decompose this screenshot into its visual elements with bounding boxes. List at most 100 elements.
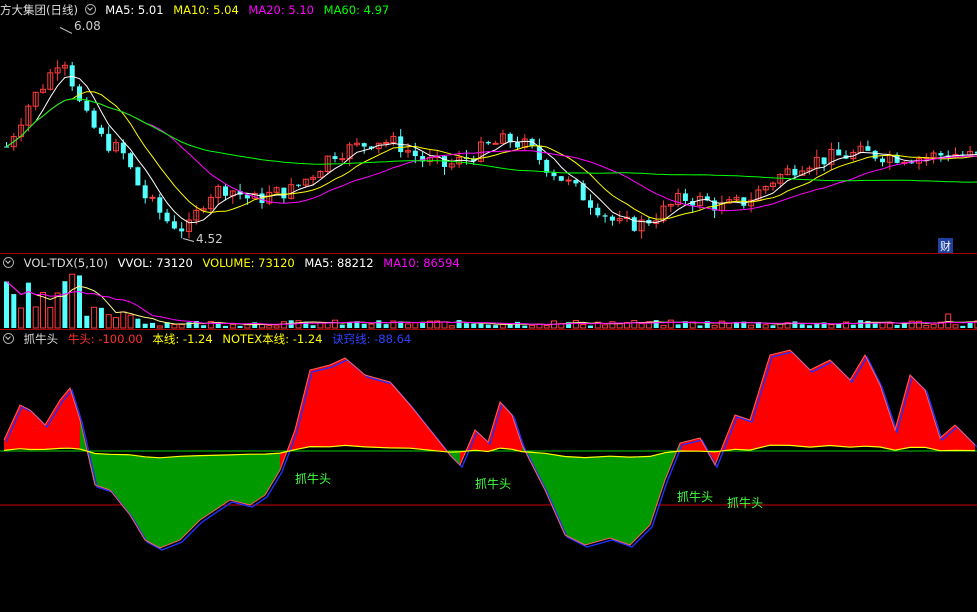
bear-area xyxy=(250,454,265,505)
volume-bar-up xyxy=(412,322,419,329)
volume-bar-up xyxy=(748,324,755,329)
bull-area xyxy=(810,360,830,448)
volume-bar-up xyxy=(171,324,178,329)
vol-ma5-line xyxy=(6,281,977,326)
volume-bar-up xyxy=(886,322,893,329)
price-chart[interactable] xyxy=(0,0,977,253)
bear-area xyxy=(145,456,160,548)
volume-bar-down xyxy=(186,322,192,328)
volume-bar-up xyxy=(105,314,112,329)
volume-bar-down xyxy=(77,275,82,328)
volume-bar-down xyxy=(850,324,856,328)
volume-bar-down xyxy=(383,324,389,328)
candle-body-up xyxy=(339,158,346,161)
finance-badge[interactable]: 财 xyxy=(938,238,953,254)
candle-body-up xyxy=(383,141,390,144)
candle-body-down xyxy=(880,158,885,163)
volume-bar-down xyxy=(339,324,345,328)
vol-ma10-value: MA10: 86594 xyxy=(383,256,460,270)
low-price-label: 4.52 xyxy=(196,232,223,246)
candle-body-down xyxy=(91,110,97,128)
volume-bar-up xyxy=(317,322,324,329)
candle-body-down xyxy=(558,176,564,181)
bull-area xyxy=(20,405,30,450)
candle-body-down xyxy=(551,172,557,177)
volume-bar-up xyxy=(638,323,645,329)
candle-body-down xyxy=(179,228,185,232)
jueqi-value: 诀窍线: -88.64 xyxy=(332,332,412,346)
volume-bar-up xyxy=(405,323,411,329)
volume-bar-up xyxy=(762,324,769,329)
volume-bar-up xyxy=(120,311,127,329)
volume-bar-down xyxy=(967,322,973,328)
volume-bar-up xyxy=(667,319,674,329)
low-marker xyxy=(182,238,195,243)
volume-bar-down xyxy=(98,307,104,328)
volume-bar-up xyxy=(244,324,251,329)
bear-area xyxy=(110,454,130,515)
chevron-down-icon[interactable] xyxy=(84,4,96,15)
volume-bar-up xyxy=(930,323,937,329)
bull-area xyxy=(850,355,865,448)
volume-bar-up xyxy=(178,324,185,329)
volume-bar-up xyxy=(18,307,25,329)
volume-bar-up xyxy=(952,324,959,329)
candle-body-down xyxy=(595,207,601,216)
candle-body-down xyxy=(682,193,688,202)
signal-header: 抓牛头 牛头: -100.00 本线: -1.24 NOTEX本线: -1.24… xyxy=(0,331,417,347)
volume-bar-up xyxy=(156,325,163,329)
candle-body-down xyxy=(602,215,608,217)
volume-panel: VOL-TDX(5,10) VVOL: 73120 VOLUME: 73120 … xyxy=(0,254,977,329)
bull-area xyxy=(45,400,60,450)
volume-bar-up xyxy=(499,323,506,329)
volume-bar-up xyxy=(631,320,638,329)
candle-body-down xyxy=(296,184,301,186)
bear-area xyxy=(565,456,585,545)
volume-bar-up xyxy=(54,292,61,329)
chevron-down-icon[interactable] xyxy=(3,257,14,268)
volume-bar-up xyxy=(113,317,119,329)
volume-bar-up xyxy=(69,273,76,329)
volume-bar-up xyxy=(127,314,134,329)
signal-chart[interactable] xyxy=(0,330,977,612)
candle-body-up xyxy=(149,196,156,199)
volume-bar-up xyxy=(529,324,536,329)
volume-bar-up xyxy=(660,324,667,329)
volume-bar-up xyxy=(368,323,375,329)
chevron-down-icon[interactable] xyxy=(3,333,14,344)
volume-bar-down xyxy=(770,325,776,328)
volume-bar-down xyxy=(456,320,462,328)
signal-label: 抓牛头 xyxy=(295,472,332,486)
candle-body-down xyxy=(128,153,134,168)
volume-bar-down xyxy=(142,323,148,328)
bull-area xyxy=(925,390,940,451)
volume-bar-down xyxy=(792,321,798,328)
candle-body-down xyxy=(938,153,944,156)
stock-name[interactable]: 方大集团(日线) xyxy=(0,3,78,17)
volume-bar-down xyxy=(807,325,812,328)
volume-bar-down xyxy=(872,323,878,328)
volume-bar-up xyxy=(441,321,448,329)
notex-value: NOTEX本线: -1.24 xyxy=(222,332,323,346)
signal-label: 抓牛头 xyxy=(727,496,764,510)
signal-label: 抓牛头 xyxy=(677,490,714,504)
candle-body-down xyxy=(332,156,338,159)
candle-body-down xyxy=(69,65,75,87)
volume-indicator-name[interactable]: VOL-TDX(5,10) xyxy=(24,256,108,270)
volume-bar-down xyxy=(675,324,681,328)
volume-bar-down xyxy=(11,294,17,328)
candle-body-down xyxy=(171,221,177,229)
volume-bar-up xyxy=(543,325,550,329)
volume-bar-down xyxy=(62,281,68,328)
volume-bar-up xyxy=(266,324,273,329)
bull-area xyxy=(345,358,365,447)
volume-bar-down xyxy=(960,325,966,328)
bull-area xyxy=(910,375,925,448)
candle-body-down xyxy=(223,186,228,196)
ma20-value: MA20: 5.10 xyxy=(248,3,314,17)
candle-body-down xyxy=(84,100,90,111)
volume-bar-down xyxy=(84,315,90,328)
candle-body-down xyxy=(872,150,878,159)
candle-body-up xyxy=(565,179,572,182)
signal-indicator-name[interactable]: 抓牛头 xyxy=(24,332,59,346)
